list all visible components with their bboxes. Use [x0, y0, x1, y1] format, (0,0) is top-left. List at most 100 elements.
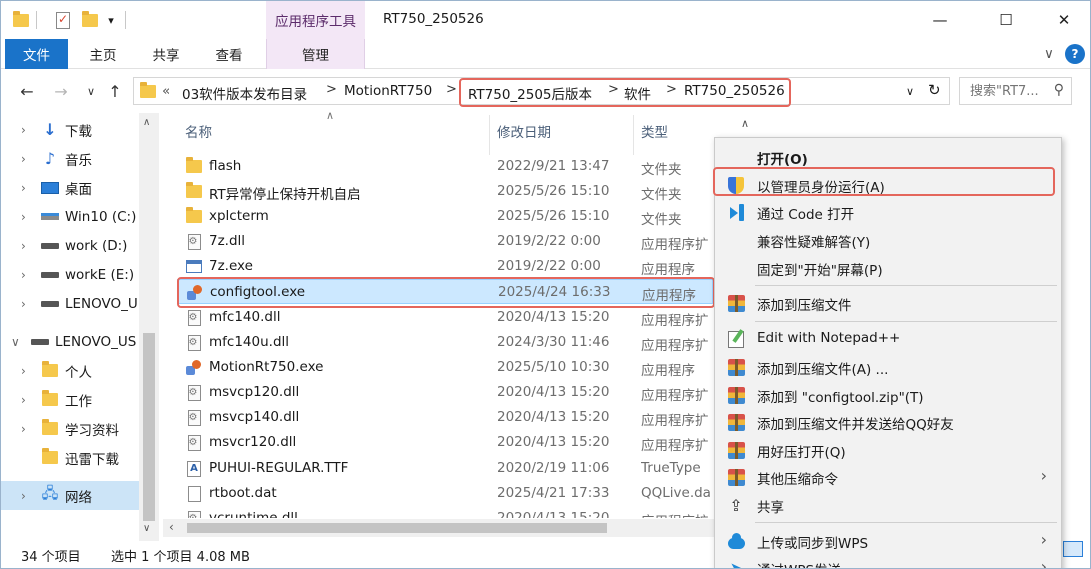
menu-item-notepadpp[interactable]: Edit with Notepad++ [717, 325, 1059, 352]
new-folder-icon[interactable] [80, 10, 100, 30]
help-icon[interactable]: ? [1065, 44, 1085, 64]
sidebar-item-label: LENOVO_U [65, 295, 138, 312]
sidebar-item-label: 工作 [65, 393, 92, 410]
menu-item-open-haozip[interactable]: 用好压打开(Q) [717, 436, 1059, 463]
tab-home[interactable]: 主页 [83, 39, 123, 69]
properties-icon[interactable] [53, 10, 73, 30]
submenu-arrow-icon: › [1040, 530, 1047, 549]
dll-icon [185, 510, 203, 518]
sidebar-item-lenovo-usb[interactable]: › LENOVO_U [1, 289, 139, 318]
tab-manage[interactable]: 管理 [266, 39, 365, 69]
sidebar-item-network[interactable]: › 🖧 网络 [1, 481, 139, 510]
table-row[interactable]: msvcp120.dll 2020/4/13 15:20 应用程序扩 [177, 380, 713, 405]
table-row[interactable]: A PUHUI-REGULAR.TTF 2020/2/19 11:06 True… [177, 456, 713, 481]
menu-item-troubleshoot[interactable]: 兼容性疑难解答(Y) [717, 226, 1059, 253]
table-row[interactable]: vcruntime.dll 2020/4/13 15:20 应用程序扩 [177, 506, 713, 518]
table-row[interactable]: 7z.exe 2019/2/22 0:00 应用程序 [177, 254, 713, 279]
tab-share[interactable]: 共享 [146, 39, 186, 69]
sidebar-item-downloads[interactable]: › ↓ 下载 [1, 115, 139, 144]
column-header-name[interactable]: 名称 [185, 121, 212, 141]
folder-icon [39, 419, 61, 437]
menu-item-wps-send[interactable]: ➤ 通过WPS发送 › [717, 554, 1059, 569]
close-button[interactable]: ✕ [1041, 1, 1087, 39]
breadcrumb-separator-icon[interactable]: > [608, 82, 619, 97]
address-dropdown-icon[interactable]: ∨ [906, 85, 914, 98]
table-row[interactable]: 7z.dll 2019/2/22 0:00 应用程序扩 [177, 229, 713, 254]
tab-view[interactable]: 查看 [209, 39, 249, 69]
sidebar-item-study[interactable]: › 学习资料 [1, 414, 139, 443]
details-view-icon[interactable] [1063, 541, 1083, 557]
breadcrumb-separator-icon[interactable]: > [326, 82, 337, 97]
expand-ribbon-icon[interactable]: ∨ [1039, 39, 1059, 69]
breadcrumb-separator-icon[interactable]: > [666, 82, 677, 97]
table-row[interactable]: rtboot.dat 2025/4/21 17:33 QQLive.da [177, 481, 713, 506]
column-header-date[interactable]: 修改日期 [497, 121, 551, 141]
table-row[interactable]: msvcr120.dll 2020/4/13 15:20 应用程序扩 [177, 430, 713, 455]
search-box[interactable]: ⚲ [959, 77, 1072, 105]
navigation-scrollbar[interactable]: ∧ ∨ [139, 113, 159, 541]
sidebar-item-music[interactable]: › ♪ 音乐 [1, 144, 139, 173]
view-toggle[interactable] [1063, 541, 1090, 563]
sidebar-item-work[interactable]: › 工作 [1, 385, 139, 414]
minimize-button[interactable]: — [917, 1, 963, 39]
tab-file[interactable]: 文件 [5, 39, 68, 69]
back-icon[interactable]: ← [15, 79, 39, 103]
menu-item-add-zip[interactable]: 添加到 "configtool.zip"(T) [717, 381, 1059, 408]
breadcrumb-item[interactable]: RT750_250526 [684, 83, 785, 99]
customize-quick-access-icon[interactable]: ▾ [103, 10, 119, 30]
sort-ascending-icon[interactable]: ∧ [326, 109, 334, 122]
breadcrumb-item[interactable]: MotionRT750 [344, 83, 432, 99]
submenu-arrow-icon: › [1040, 557, 1047, 569]
up-icon[interactable]: ↑ [103, 79, 127, 103]
table-row[interactable]: MotionRt750.exe 2025/5/10 10:30 应用程序 [177, 355, 713, 380]
scrollbar-thumb[interactable] [187, 523, 607, 533]
menu-item-run-as-admin[interactable]: 以管理员身份运行(A) [717, 171, 1059, 198]
scroll-down-icon[interactable]: ∨ [143, 523, 150, 534]
refresh-icon[interactable]: ↻ [928, 81, 941, 99]
breadcrumb-item[interactable]: 03软件版本发布目录 [182, 83, 307, 103]
address-bar[interactable]: « 03软件版本发布目录 > MotionRT750 > RT750_2505后… [133, 77, 950, 105]
dll-icon [185, 384, 203, 401]
sidebar-item-drive-e[interactable]: › workE (E:) [1, 260, 139, 289]
sidebar-item-label: Win10 (C:) [65, 208, 137, 225]
forward-icon[interactable]: → [49, 79, 73, 103]
scroll-left-icon[interactable]: ‹ [169, 520, 174, 534]
menu-item-open[interactable]: 打开(O) [717, 143, 1059, 170]
table-row-selected[interactable]: configtool.exe 2025/4/24 16:33 应用程序 [177, 279, 713, 304]
menu-item-share[interactable]: ⇪ 共享 [717, 491, 1059, 518]
recent-locations-icon[interactable]: ∨ [79, 79, 103, 103]
menu-item-more-compress[interactable]: 其他压缩命令 › [717, 463, 1059, 490]
menu-item-open-with-code[interactable]: 通过 Code 打开 [717, 198, 1059, 225]
table-row[interactable]: msvcp140.dll 2020/4/13 15:20 应用程序扩 [177, 405, 713, 430]
menu-item-add-archive-dialog[interactable]: 添加到压缩文件(A) ... [717, 353, 1059, 380]
folder-icon[interactable] [11, 10, 31, 30]
scroll-up-icon[interactable]: ∧ [143, 117, 150, 128]
menu-item-pin-start[interactable]: 固定到"开始"屏幕(P) [717, 254, 1059, 281]
table-row[interactable]: mfc140.dll 2020/4/13 15:20 应用程序扩 [177, 305, 713, 330]
column-collapse-icon[interactable]: ∧ [741, 117, 749, 130]
table-row[interactable]: flash 2022/9/21 13:47 文件夹 [177, 154, 713, 179]
menu-item-wps-upload[interactable]: 上传或同步到WPS › [717, 527, 1059, 554]
window-title: RT750_250526 [383, 11, 484, 27]
maximize-button[interactable]: ☐ [983, 1, 1029, 39]
search-input[interactable] [960, 78, 1048, 104]
table-row[interactable]: mfc140u.dll 2024/3/30 11:46 应用程序扩 [177, 330, 713, 355]
sidebar-item-lenovo-usb-root[interactable]: ∨ LENOVO_US [1, 327, 139, 356]
sidebar-item-thunder[interactable]: 迅雷下载 [1, 443, 139, 472]
table-row[interactable]: RT异常停止保持开机自启 2025/5/26 15:10 文件夹 [177, 179, 713, 204]
column-header-type[interactable]: 类型 [641, 121, 668, 141]
menu-item-archive-send-qq[interactable]: 添加到压缩文件并发送给QQ好友 [717, 408, 1059, 435]
sidebar-item-drive-c[interactable]: › Win10 (C:) [1, 202, 139, 231]
table-row[interactable]: xplcterm 2025/5/26 15:10 文件夹 [177, 204, 713, 229]
menu-item-add-archive[interactable]: 添加到压缩文件 [717, 289, 1059, 316]
scrollbar-thumb[interactable] [143, 333, 155, 521]
breadcrumb-item[interactable]: RT750_2505后版本 [468, 83, 592, 103]
sidebar-item-drive-d[interactable]: › work (D:) [1, 231, 139, 260]
sidebar-item-desktop[interactable]: › 桌面 [1, 173, 139, 202]
search-icon[interactable]: ⚲ [1054, 82, 1064, 98]
breadcrumb-item[interactable]: 软件 [624, 83, 651, 103]
breadcrumb-separator-icon[interactable]: > [446, 82, 457, 97]
breadcrumb-overflow[interactable]: « [162, 83, 170, 99]
horizontal-scrollbar[interactable]: ‹ [163, 519, 723, 537]
sidebar-item-personal[interactable]: › 个人 [1, 356, 139, 385]
